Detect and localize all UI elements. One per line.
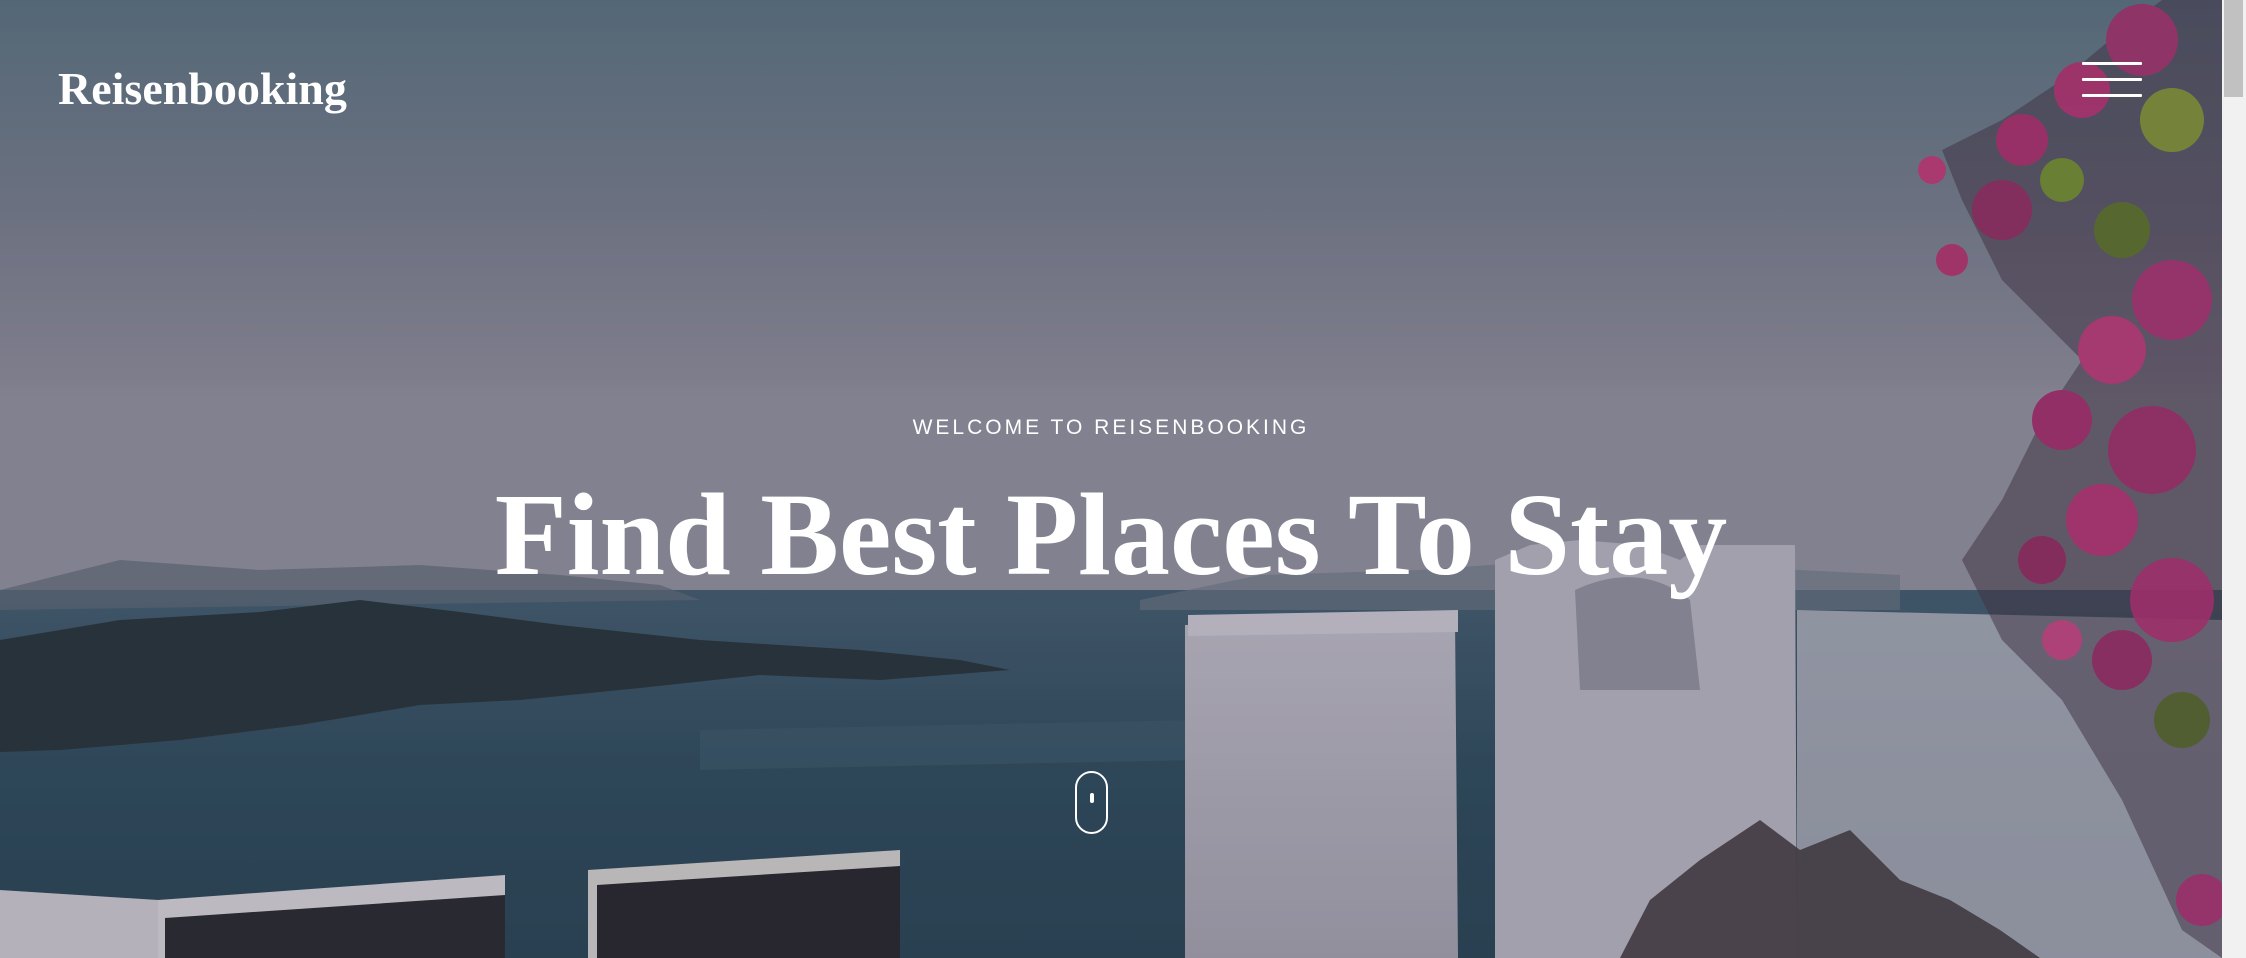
menu-line-middle [2082,78,2142,81]
menu-line-bottom [2082,94,2142,97]
page-scrollbar[interactable] [2222,0,2246,958]
menu-line-top [2082,62,2142,65]
scroll-mouse-wheel [1090,793,1094,803]
hero-section: Reisenbooking WELCOME TO REISENBOOKING F… [0,0,2222,958]
brand-logo[interactable]: Reisenbooking [58,62,347,115]
hero-headline: Find Best Places To Stay [494,469,1728,600]
scroll-mouse-icon[interactable] [1075,771,1108,834]
page-viewport: Reisenbooking WELCOME TO REISENBOOKING F… [0,0,2246,958]
hamburger-menu-icon[interactable] [2082,60,2142,100]
hero-eyebrow: WELCOME TO REISENBOOKING [912,416,1310,439]
scrollbar-thumb[interactable] [2224,0,2243,97]
